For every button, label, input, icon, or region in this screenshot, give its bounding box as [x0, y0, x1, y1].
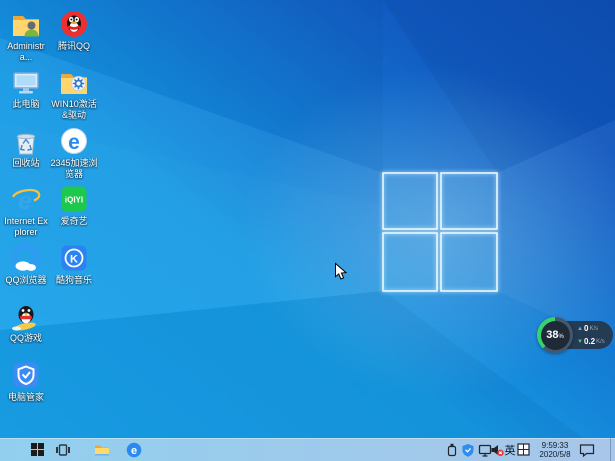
upload-value: 0	[584, 324, 589, 333]
clock-time: 9:59:33	[541, 440, 569, 450]
desktop-icon-label: 腾讯QQ	[57, 41, 90, 51]
desktop-icon-this-pc[interactable]: 此电脑	[2, 66, 50, 123]
desktop-icon-label: 酷狗音乐	[55, 275, 92, 285]
tray-clock[interactable]: 9:59:33 2020/5/8	[534, 438, 576, 461]
start-button[interactable]	[24, 438, 50, 461]
desktop-icon-label: 爱奇艺	[60, 216, 88, 226]
tray-volume-muted[interactable]	[489, 438, 504, 461]
file-explorer-button[interactable]	[88, 438, 116, 461]
download-value: 0.2	[584, 337, 596, 346]
desktop-icon-label: Internet Explorer	[4, 216, 48, 237]
download-unit: K/s	[596, 338, 605, 345]
desktop-icon-iqiyi[interactable]: iQIYI 爱奇艺	[50, 183, 98, 240]
tray-security-shield[interactable]	[461, 438, 475, 461]
tray-ime-keyboard[interactable]	[516, 438, 530, 461]
security-shield-icon	[462, 443, 474, 457]
windows-start-icon	[30, 443, 44, 456]
download-arrow-icon: ▼	[577, 338, 583, 345]
kugou-music-icon: K	[61, 245, 87, 271]
upload-speed-row: ▲ 0 K/s	[576, 322, 612, 335]
file-explorer-icon	[95, 445, 109, 455]
mouse-cursor	[335, 262, 348, 280]
e-letter: e	[68, 131, 80, 154]
tencent-qq-icon	[61, 11, 87, 37]
browser-2345-taskbar-button[interactable]: e	[120, 438, 148, 461]
desktop-icon-win10-activation[interactable]: WIN10激活&驱动	[50, 66, 98, 123]
desktop-icon-kugou-music[interactable]: K 酷狗音乐	[50, 242, 98, 299]
desktop-icon-label: 此电脑	[12, 99, 40, 109]
volume-muted-icon	[491, 444, 504, 456]
iqiyi-wordmark: iQIYI	[65, 196, 83, 205]
internet-explorer-icon: e	[11, 187, 41, 215]
browser-2345-icon: e	[61, 128, 87, 154]
action-center-button[interactable]	[577, 438, 597, 461]
speed-ball-widget[interactable]: 38% ▲ 0 K/s ▼ 0.2 K/s	[537, 317, 614, 353]
iqiyi-icon: iQIYI	[61, 186, 87, 212]
tray-ime-language[interactable]: 英	[503, 438, 517, 461]
desktop-icon-administrator[interactable]: Administra...	[2, 8, 50, 65]
desktop-icon-label: WIN10激活&驱动	[51, 99, 97, 120]
e-letter: e	[131, 445, 137, 457]
tray-usb-device[interactable]	[445, 438, 459, 461]
pc-manager-icon	[13, 362, 39, 388]
upload-unit: K/s	[589, 325, 599, 332]
desktop-icon-qq-game[interactable]: QQ游戏	[2, 300, 50, 357]
desktop-icon-recycle-bin[interactable]: 回收站	[2, 125, 50, 182]
desktop-icon-internet-explorer[interactable]: e Internet Explorer	[2, 183, 50, 240]
desktop-icon-label: 回收站	[12, 158, 40, 168]
desktop-icon-qq-browser[interactable]: QQ浏览器	[2, 242, 50, 299]
desktop-icon-2345-browser[interactable]: e 2345加速浏览器	[50, 125, 98, 182]
task-view-button[interactable]	[50, 438, 76, 461]
desktop-icon-label: 电脑管家	[7, 392, 44, 402]
clock-date: 2020/5/8	[539, 449, 571, 459]
desktop-icon-label: 2345加速浏览器	[50, 158, 98, 179]
task-view-icon	[56, 443, 70, 456]
ime-language-label: 英	[504, 444, 516, 457]
memory-percent: 38	[546, 329, 559, 341]
memory-usage-ball[interactable]: 38%	[537, 317, 573, 353]
download-speed-row: ▼ 0.2 K/s	[576, 335, 612, 348]
usb-device-icon	[447, 443, 457, 456]
qq-browser-icon	[12, 243, 40, 271]
kugou-letter: K	[70, 254, 78, 266]
recycle-bin-icon	[16, 133, 36, 155]
action-center-icon	[579, 443, 595, 457]
desktop-icon-label: Administra...	[7, 41, 45, 62]
qq-game-icon	[12, 306, 36, 331]
folder-user-icon	[13, 16, 39, 37]
desktop-icon-label: QQ浏览器	[5, 275, 47, 285]
ime-keyboard-icon	[516, 443, 530, 456]
taskbar: e 英 9:59:33 2020/5/8	[0, 438, 615, 461]
folder-gear-icon	[61, 74, 87, 94]
show-desktop-button[interactable]	[610, 438, 615, 461]
desktop-icon-pc-manager[interactable]: 电脑管家	[2, 359, 50, 416]
percent-sign: %	[558, 334, 564, 340]
upload-arrow-icon: ▲	[577, 325, 583, 332]
desktop-icon-label: QQ游戏	[9, 333, 42, 343]
browser-e-icon: e	[126, 442, 142, 457]
desktop-icon-tencent-qq[interactable]: 腾讯QQ	[50, 8, 98, 65]
desktop: Administra... 此电脑 回收站 e Internet Explore…	[0, 0, 615, 461]
this-pc-icon	[13, 72, 39, 94]
